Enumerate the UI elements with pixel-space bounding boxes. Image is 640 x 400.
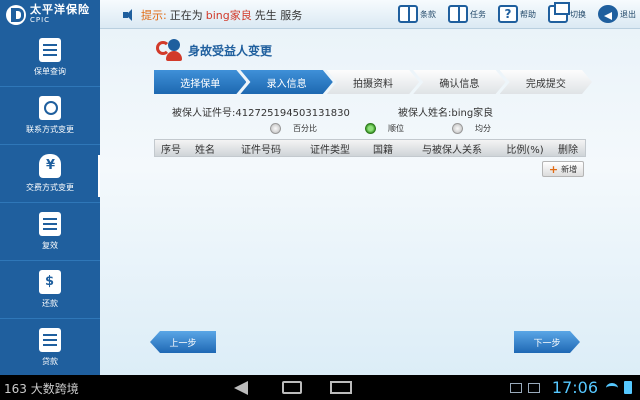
- system-nav-buttons: [218, 381, 366, 395]
- step-select-policy[interactable]: 选择保单: [154, 70, 246, 94]
- col-index: 序号: [161, 144, 181, 156]
- table-header: 序号 姓名 证件号码 证件类型 国籍 与被保人关系 比例(%) 删除: [154, 139, 586, 157]
- add-beneficiary-button[interactable]: + 新增: [542, 161, 584, 177]
- col-id-number: 证件号码: [241, 144, 281, 156]
- terms-button[interactable]: 条款: [398, 2, 436, 26]
- sidebar-item-payment-change[interactable]: 交费方式变更: [0, 145, 100, 203]
- document-icon: [39, 212, 61, 236]
- book-icon: [398, 5, 418, 23]
- clock: 17:06: [551, 378, 598, 397]
- plus-icon: +: [548, 162, 559, 176]
- page-title: 身故受益人变更: [154, 37, 272, 63]
- step-progress: 选择保单 录入信息 拍摄资料 确认信息 完成提交: [154, 70, 586, 94]
- page-title-text: 身故受益人变更: [188, 43, 273, 58]
- step-confirm-info[interactable]: 确认信息: [413, 70, 505, 94]
- book-icon: [448, 5, 468, 23]
- help-icon: ?: [498, 5, 518, 23]
- system-navigation-bar: 163 大数跨境 17:06: [0, 375, 640, 400]
- col-relationship: 与被保人关系: [422, 144, 482, 156]
- battery-icon: [624, 381, 632, 394]
- top-bar: 太平洋保险 CPIC 提示: 正在为 bing家良 先生 服务 条款 任务 ? …: [0, 0, 640, 29]
- notice-label: 提示:: [141, 9, 167, 22]
- beneficiary-icon: [154, 37, 184, 63]
- service-notice: 提示: 正在为 bing家良 先生 服务: [123, 7, 302, 23]
- loan-icon: [39, 328, 61, 352]
- status-area: 17:06: [509, 378, 632, 397]
- wifi-icon: [606, 382, 618, 393]
- tasks-button[interactable]: 任务: [448, 2, 486, 26]
- recent-apps-icon[interactable]: [330, 381, 352, 394]
- dollar-document-icon: [39, 270, 61, 294]
- brand-logo: 太平洋保险 CPIC: [0, 0, 100, 29]
- home-icon[interactable]: [282, 381, 302, 394]
- document-icon: [39, 38, 61, 62]
- sidebar: 保单查询 联系方式变更 交费方式变更 复效 还款 贷款: [0, 29, 100, 377]
- step-complete-submit[interactable]: 完成提交: [500, 70, 592, 94]
- insured-id: 被保人证件号:412725194503131830: [172, 108, 350, 119]
- back-icon[interactable]: [232, 381, 254, 395]
- main-content: 身故受益人变更 选择保单 录入信息 拍摄资料 确认信息 完成提交 被保人证件号:…: [100, 29, 640, 375]
- top-actions: 条款 任务 ? 帮助 切换 退出: [386, 2, 636, 26]
- allocation-mode-radio-group: 百分比 顺位 均分: [270, 123, 539, 134]
- logo-title: 太平洋保险: [30, 2, 90, 16]
- radio-order[interactable]: 顺位: [365, 123, 404, 134]
- col-nationality: 国籍: [373, 144, 393, 156]
- radio-percentage[interactable]: 百分比: [270, 123, 317, 134]
- next-step-button[interactable]: 下一步: [514, 331, 580, 353]
- step-capture-docs[interactable]: 拍摄资料: [327, 70, 419, 94]
- switch-button[interactable]: 切换: [548, 2, 586, 26]
- speaker-icon: [123, 9, 137, 21]
- col-id-type: 证件类型: [310, 144, 350, 156]
- previous-step-button[interactable]: 上一步: [150, 331, 216, 353]
- exit-icon: [598, 5, 618, 23]
- logo-subtitle: CPIC: [30, 15, 51, 24]
- gallery-icon: [527, 382, 540, 393]
- radio-unchecked-icon: [270, 123, 281, 134]
- watermark-text: 163 大数跨境: [4, 382, 79, 396]
- sidebar-item-policy-query[interactable]: 保单查询: [0, 29, 100, 87]
- insured-name: 被保人姓名:bing家良: [398, 108, 494, 119]
- sidebar-item-loan[interactable]: 贷款: [0, 319, 100, 377]
- col-delete: 删除: [558, 144, 578, 156]
- sidebar-item-repayment[interactable]: 还款: [0, 261, 100, 319]
- radio-unchecked-icon: [452, 123, 463, 134]
- beneficiary-table: 序号 姓名 证件号码 证件类型 国籍 与被保人关系 比例(%) 删除 + 新增: [154, 139, 586, 177]
- help-button[interactable]: ? 帮助: [498, 2, 536, 26]
- notification-icon: [509, 382, 522, 393]
- notice-suffix: 先生 服务: [254, 9, 303, 22]
- notice-prefix: 正在为: [169, 9, 203, 22]
- exit-button[interactable]: 退出: [598, 2, 636, 26]
- radio-checked-icon: [365, 123, 376, 134]
- sidebar-item-reinstatement[interactable]: 复效: [0, 203, 100, 261]
- contact-icon: [39, 96, 61, 120]
- switch-icon: [548, 2, 570, 23]
- sidebar-item-contact-change[interactable]: 联系方式变更: [0, 87, 100, 145]
- radio-equal-split[interactable]: 均分: [452, 123, 491, 134]
- step-enter-info[interactable]: 录入信息: [240, 70, 332, 94]
- customer-name: bing家良: [205, 9, 252, 22]
- col-name: 姓名: [195, 144, 215, 156]
- col-ratio: 比例(%): [506, 144, 544, 156]
- money-bag-icon: [39, 154, 61, 178]
- cpic-logo-icon: [6, 4, 26, 25]
